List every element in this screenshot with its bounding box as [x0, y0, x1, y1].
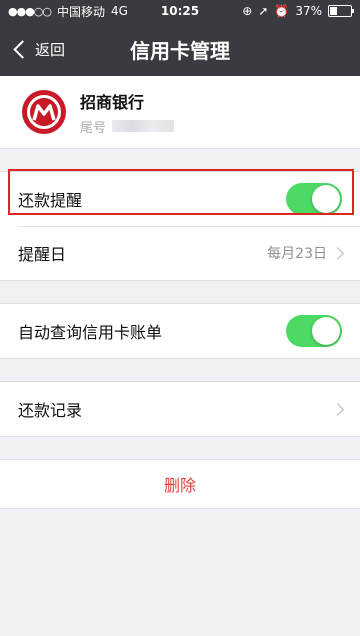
status-bar: ●●●○○ 中国移动 4G 10:25 ⊕ ➚ ⏰ 37%	[0, 0, 360, 22]
records-section: 还款记录	[0, 381, 360, 437]
status-time: 10:25	[160, 4, 200, 18]
navigation-bar: 返回 信用卡管理	[0, 22, 360, 76]
auto-query-row: 自动查询信用卡账单	[0, 304, 360, 358]
reminder-day-label: 提醒日	[18, 245, 67, 264]
delete-button[interactable]: 删除	[0, 459, 360, 509]
card-number-mask	[112, 120, 175, 132]
chevron-right-icon	[331, 402, 344, 416]
repay-records-label: 还款记录	[18, 401, 83, 420]
reminder-day-row[interactable]: 提醒日 每月23日	[0, 226, 360, 280]
highlight-box	[8, 169, 354, 215]
auto-query-label: 自动查询信用卡账单	[18, 323, 163, 342]
reminder-day-value: 每月23日	[267, 246, 327, 262]
card-tail-label: 尾号	[80, 120, 107, 136]
toggle-knob	[312, 317, 340, 345]
auto-query-toggle[interactable]	[286, 315, 342, 347]
bank-name: 招商银行	[80, 92, 145, 112]
bank-card-info: 招商银行 尾号	[0, 76, 360, 149]
card-tail-row: 尾号	[80, 117, 175, 136]
bank-text: 招商银行 尾号	[80, 89, 175, 136]
top-header: ●●●○○ 中国移动 4G 10:25 ⊕ ➚ ⏰ 37% 返回 信用卡管理	[0, 0, 360, 76]
battery-icon	[328, 5, 354, 17]
page-title: 信用卡管理	[130, 38, 230, 63]
battery-fill	[330, 7, 338, 15]
chevron-right-icon	[331, 246, 344, 260]
auto-query-section: 自动查询信用卡账单	[0, 303, 360, 359]
cmb-logo-icon	[22, 90, 66, 134]
repay-records-row[interactable]: 还款记录	[0, 382, 360, 436]
